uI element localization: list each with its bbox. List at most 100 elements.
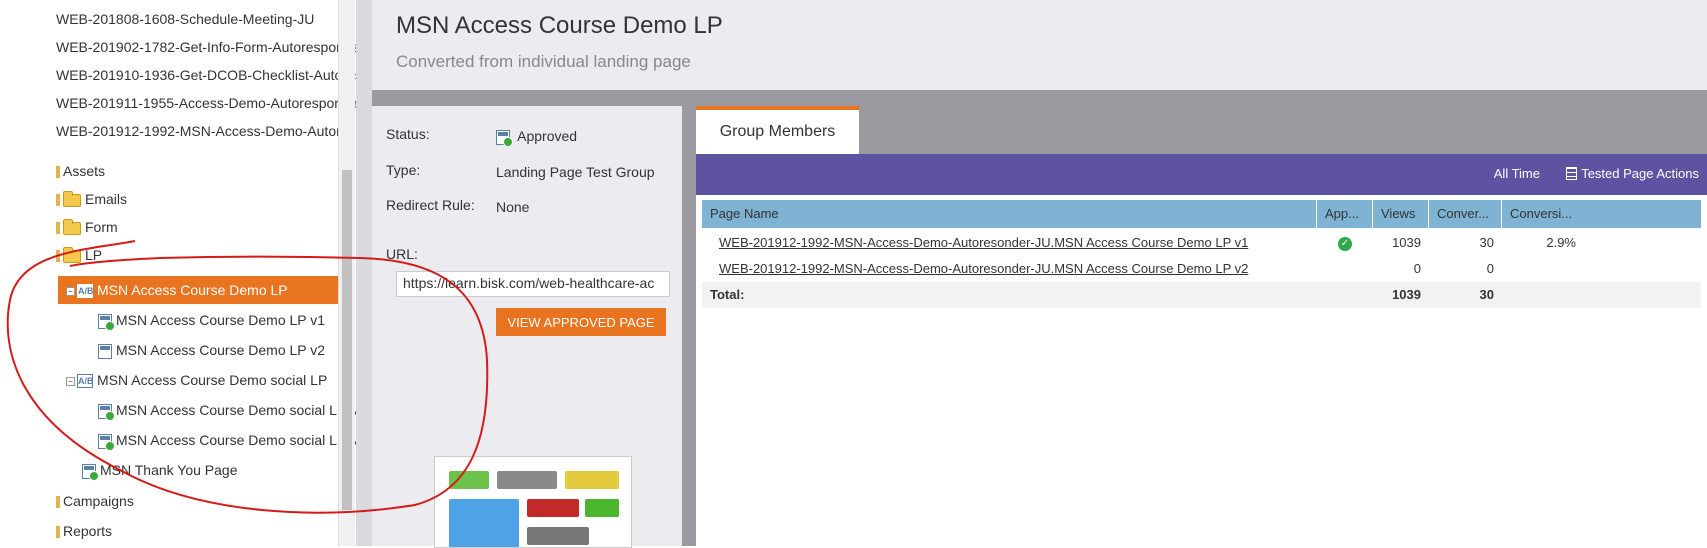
status-text: Approved [517, 128, 578, 144]
program-tree: WEB-201808-1608-Schedule-Meeting-JU WEB-… [0, 0, 370, 546]
tree-folder-form[interactable]: Form [56, 213, 118, 241]
panel-divider[interactable] [682, 106, 696, 546]
tree-item-msn-demo-social-lp-v1[interactable]: MSN Access Course Demo social LP V1 [98, 396, 367, 424]
thumbnail-image [497, 471, 557, 489]
total-label: Total: [710, 287, 745, 302]
tree-line-icon [56, 222, 60, 235]
table-row[interactable]: WEB-201912-1992-MSN-Access-Demo-Autoreso… [702, 256, 1701, 282]
conversion-rate-cell [1502, 256, 1576, 282]
tree-folder-lp[interactable]: LP [56, 241, 102, 269]
grid-toolbar: All Time Tested Page Actions [696, 154, 1707, 195]
template-thumbnails [434, 456, 632, 548]
grid-icon [1566, 167, 1578, 180]
tree-folder-emails[interactable]: Emails [56, 185, 127, 213]
tree-item-msn-demo-lp-v2[interactable]: MSN Access Course Demo LP v2 [98, 336, 325, 364]
tested-page-actions-label: Tested Page Actions [1581, 166, 1699, 181]
landing-page-approved-icon [82, 463, 99, 481]
tree-item-web-201902[interactable]: WEB-201902-1782-Get-Info-Form-Autorespon… [56, 33, 364, 61]
tree-item-msn-thank-you[interactable]: MSN Thank You Page [82, 456, 238, 484]
header-separator [372, 90, 1707, 106]
view-approved-page-button[interactable]: VIEW APPROVED PAGE [496, 308, 666, 336]
tree-item-msn-demo-social-lp[interactable]: − A/B MSN Access Course Demo social LP [66, 366, 327, 394]
thumbnail-image [565, 471, 619, 489]
conversions-cell: 0 [1486, 261, 1494, 276]
type-value: Landing Page Test Group [496, 164, 655, 180]
tree-item-web-201910[interactable]: WEB-201910-1936-Get-DCOB-Checklist-Autor… [56, 61, 370, 89]
collapse-icon[interactable]: − [66, 286, 75, 296]
conversion-rate-cell: 2.9% [1546, 235, 1576, 250]
landing-page-approved-icon [98, 433, 115, 451]
page-title: MSN Access Course Demo LP [396, 12, 723, 39]
thumbnail-image [585, 499, 619, 517]
tree-item-msn-demo-social-lp-v2[interactable]: MSN Access Course Demo social LP V2 [98, 426, 367, 454]
url-label: URL: [386, 246, 418, 262]
folder-icon [56, 496, 60, 509]
tree-item-label: Emails [85, 191, 128, 207]
tree-line-icon [56, 250, 60, 263]
folder-icon [63, 218, 81, 235]
folder-icon [56, 166, 60, 179]
conversions-cell: 30 [1479, 235, 1494, 250]
tree-folder-assets[interactable]: Assets [56, 157, 105, 185]
approved-check-icon: ✓ [1338, 236, 1352, 251]
total-conversions: 30 [1479, 287, 1494, 302]
column-header-conversions[interactable]: Conver... [1429, 200, 1502, 228]
views-cell: 0 [1413, 261, 1421, 276]
views-cell: 1039 [1392, 235, 1421, 250]
tree-scrollbar[interactable] [338, 0, 355, 546]
tree-folder-reports[interactable]: Reports [56, 517, 112, 545]
column-header-approved[interactable]: App... [1317, 200, 1373, 228]
tree-item-label: WEB-201902-1782-Get-Info-Form-Autorespon… [56, 39, 365, 55]
redirect-rule-value: None [496, 199, 530, 215]
tree-item-msn-demo-lp[interactable]: − A/B MSN Access Course Demo LP [58, 276, 338, 304]
details-panel: Status: Approved Type: Landing Page Test… [372, 106, 682, 548]
column-header-views[interactable]: Views [1373, 200, 1429, 228]
tree-item-msn-demo-lp-v1[interactable]: MSN Access Course Demo LP v1 [98, 306, 325, 334]
tree-item-label: MSN Access Course Demo LP [97, 282, 288, 298]
tree-item-label: MSN Access Course Demo social LP V2 [116, 432, 368, 448]
thumbnail-image [527, 527, 589, 545]
tested-page-actions-menu[interactable]: Tested Page Actions [1566, 166, 1699, 181]
thumbnail-image [527, 499, 579, 517]
page-subtitle: Converted from individual landing page [396, 52, 691, 71]
status-label: Status: [386, 126, 430, 142]
thumbnail-image [449, 471, 489, 489]
folder-icon [56, 526, 60, 539]
grid-header-row: Page Name App... Views Conver... Convers… [702, 200, 1701, 228]
tree-item-label: WEB-201912-1992-MSN-Access-Demo-Autoreso… [56, 123, 368, 139]
landing-page-icon [98, 343, 112, 359]
column-header-page-name[interactable]: Page Name [702, 200, 1317, 228]
total-row: Total: 1039 30 [702, 282, 1701, 308]
tree-item-web-201808[interactable]: WEB-201808-1608-Schedule-Meeting-JU [56, 5, 314, 33]
tree-item-label: WEB-201911-1955-Access-Demo-Autoresponde… [56, 95, 367, 111]
type-label: Type: [386, 162, 421, 178]
tree-folder-campaigns[interactable]: Campaigns [56, 487, 134, 515]
landing-page-approved-icon [98, 403, 115, 421]
tree-item-label: Form [85, 219, 118, 235]
group-members-panel: Group Members All Time Tested Page Actio… [696, 106, 1707, 546]
status-value: Approved [496, 128, 578, 147]
tree-item-label: Assets [63, 163, 106, 179]
tree-item-label: Campaigns [63, 493, 134, 509]
page-name-link[interactable]: WEB-201912-1992-MSN-Access-Demo-Autoreso… [719, 230, 1309, 256]
scrollbar-thumb[interactable] [342, 170, 352, 510]
collapse-icon[interactable]: − [66, 376, 75, 386]
tree-item-label: MSN Access Course Demo LP v1 [116, 312, 326, 328]
time-range-dropdown[interactable]: All Time [1494, 166, 1540, 181]
tree-item-web-201912[interactable]: WEB-201912-1992-MSN-Access-Demo-Autoreso… [56, 117, 368, 145]
tree-item-label: Reports [63, 523, 113, 539]
tree-line-icon [56, 194, 60, 207]
thumbnail-image [449, 499, 519, 547]
tree-item-label: LP [85, 247, 103, 263]
tree-item-label: WEB-201808-1608-Schedule-Meeting-JU [56, 11, 315, 27]
tree-item-label: WEB-201910-1936-Get-DCOB-Checklist-Autor… [56, 67, 370, 83]
tab-group-members[interactable]: Group Members [696, 106, 859, 154]
page-name-link[interactable]: WEB-201912-1992-MSN-Access-Demo-Autoreso… [719, 256, 1309, 282]
tree-item-label: MSN Access Course Demo social LP V1 [116, 402, 368, 418]
column-header-conversion-rate[interactable]: Conversi... [1502, 200, 1582, 228]
table-row[interactable]: WEB-201912-1992-MSN-Access-Demo-Autoreso… [702, 230, 1701, 256]
tree-item-web-201911[interactable]: WEB-201911-1955-Access-Demo-Autoresponde… [56, 89, 367, 117]
url-field[interactable]: https://learn.bisk.com/web-healthcare-ac [396, 271, 670, 297]
approved-cell: ✓ [1317, 230, 1373, 256]
tree-item-label: MSN Thank You Page [100, 462, 238, 478]
